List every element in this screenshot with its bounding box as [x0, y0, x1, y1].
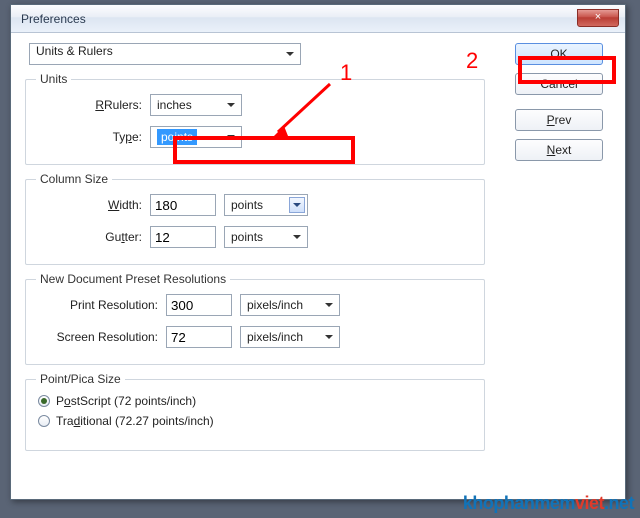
gutter-label: Gutter: — [38, 230, 150, 244]
rulers-select[interactable]: inches — [150, 94, 242, 116]
prev-button[interactable]: Prev — [515, 109, 603, 131]
column-legend: Column Size — [36, 172, 112, 186]
category-value: Units & Rulers — [36, 44, 113, 58]
radio-icon — [38, 395, 50, 407]
button-column: OK Cancel Prev Next — [515, 43, 611, 169]
dialog-content: Units & Rulers Units RRulers: inches Typ… — [11, 33, 625, 461]
type-select[interactable]: points — [150, 126, 242, 148]
screen-res-input[interactable] — [166, 326, 232, 348]
chevron-down-icon — [289, 229, 305, 245]
resolutions-legend: New Document Preset Resolutions — [36, 272, 230, 286]
watermark: khophanmemviet.net — [463, 493, 634, 514]
pointpica-legend: Point/Pica Size — [36, 372, 125, 386]
gutter-unit-value: points — [231, 230, 263, 244]
print-res-unit-value: pixels/inch — [247, 298, 303, 312]
column-size-fieldset: Column Size Width: points Gutter: p — [25, 179, 485, 265]
window-title: Preferences — [21, 12, 86, 26]
annotation-num-1: 1 — [340, 60, 352, 86]
screen-res-unit-value: pixels/inch — [247, 330, 303, 344]
traditional-radio[interactable]: Traditional (72.27 points/inch) — [38, 414, 472, 428]
chevron-down-icon — [289, 197, 305, 213]
units-legend: Units — [36, 72, 71, 86]
traditional-label: Traditional (72.27 points/inch) — [56, 414, 214, 428]
chevron-down-icon — [223, 129, 239, 145]
chevron-down-icon — [223, 97, 239, 113]
postscript-label: PostScript (72 points/inch) — [56, 394, 196, 408]
width-input[interactable] — [150, 194, 216, 216]
close-button[interactable]: × — [577, 9, 619, 27]
width-unit-select[interactable]: points — [224, 194, 308, 216]
type-value: points — [157, 129, 197, 145]
resolutions-fieldset: New Document Preset Resolutions Print Re… — [25, 279, 485, 365]
print-res-input[interactable] — [166, 294, 232, 316]
annotation-num-2: 2 — [466, 48, 478, 74]
width-label: Width: — [38, 198, 150, 212]
print-res-label: Print Resolution: — [38, 298, 166, 312]
width-unit-value: points — [231, 198, 263, 212]
gutter-input[interactable] — [150, 226, 216, 248]
chevron-down-icon — [321, 297, 337, 313]
screen-res-unit-select[interactable]: pixels/inch — [240, 326, 340, 348]
print-res-unit-select[interactable]: pixels/inch — [240, 294, 340, 316]
rulers-label: RRulers: — [38, 98, 150, 112]
cancel-button[interactable]: Cancel — [515, 73, 603, 95]
preferences-dialog: Preferences × Units & Rulers Units RRule… — [10, 4, 626, 500]
postscript-radio[interactable]: PostScript (72 points/inch) — [38, 394, 472, 408]
rulers-value: inches — [157, 98, 192, 112]
screen-res-label: Screen Resolution: — [38, 330, 166, 344]
pointpica-fieldset: Point/Pica Size PostScript (72 points/in… — [25, 379, 485, 451]
type-label: Type: — [38, 130, 150, 144]
gutter-unit-select[interactable]: points — [224, 226, 308, 248]
ok-button[interactable]: OK — [515, 43, 603, 65]
chevron-down-icon — [321, 329, 337, 345]
titlebar[interactable]: Preferences × — [11, 5, 625, 33]
radio-icon — [38, 415, 50, 427]
category-select[interactable]: Units & Rulers — [29, 43, 301, 65]
next-button[interactable]: Next — [515, 139, 603, 161]
units-fieldset: Units RRulers: inches Type: points — [25, 79, 485, 165]
